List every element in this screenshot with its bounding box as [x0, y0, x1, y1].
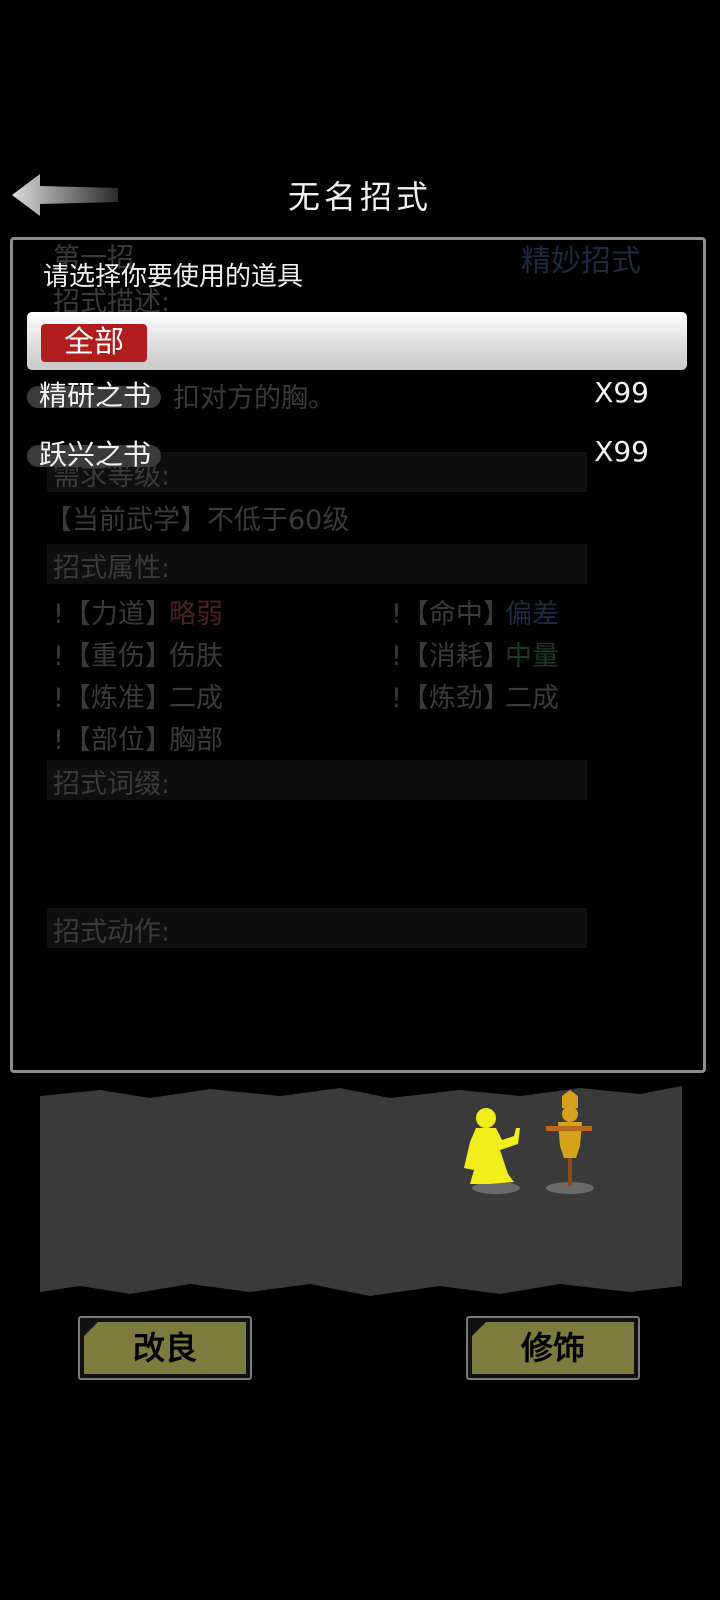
move-preview-stage [40, 1086, 682, 1296]
item-name: 跃兴之书 [39, 438, 152, 471]
item-name: 精研之书 [39, 379, 152, 412]
page-title: 无名招式 [287, 178, 432, 216]
attr-value: 胸部 [169, 725, 223, 756]
attr-value: 偏差 [505, 599, 559, 630]
item-count: X99 [594, 376, 649, 409]
level-text: 【当前武学】不低于60级 [45, 505, 350, 536]
attr-key: !【力道】 [53, 599, 172, 630]
attr-value: 略弱 [169, 599, 223, 630]
item-row[interactable]: 精研之书 X99 [13, 370, 703, 420]
attr-key: !【部位】 [53, 725, 172, 756]
attr-key: !【命中】 [391, 599, 510, 630]
attr-value: 中量 [505, 641, 559, 672]
item-picker-title: 请选择你要使用的道具 [43, 262, 304, 292]
item-filter-bar[interactable]: 全部 [27, 312, 687, 370]
attr-value: 伤肤 [169, 641, 223, 672]
attr-key: !【炼准】 [53, 683, 172, 714]
move-detail-panel: 第一招 精妙招式 招式描述: 扣对方的胸。 需求等级: 【当前武学】不低于60级… [10, 237, 706, 1073]
item-count: X99 [594, 435, 649, 468]
attr-value: 二成 [169, 683, 223, 714]
suffix-label: 招式词缀: [53, 769, 171, 800]
item-row[interactable]: 跃兴之书 X99 [13, 429, 703, 479]
attr-key: !【炼劲】 [391, 683, 510, 714]
action-label: 招式动作: [53, 917, 171, 948]
attr-label: 招式属性: [53, 553, 171, 584]
attr-key: !【重伤】 [53, 641, 172, 672]
move-rank: 精妙招式 [521, 244, 641, 279]
attr-value: 二成 [505, 683, 559, 714]
improve-button-label: 改良 [84, 1322, 246, 1374]
filter-all-tab[interactable]: 全部 [41, 324, 147, 362]
decorate-button[interactable]: 修饰 [466, 1316, 640, 1380]
decorate-button-label: 修饰 [472, 1322, 634, 1374]
attr-key: !【消耗】 [391, 641, 510, 672]
improve-button[interactable]: 改良 [78, 1316, 252, 1380]
